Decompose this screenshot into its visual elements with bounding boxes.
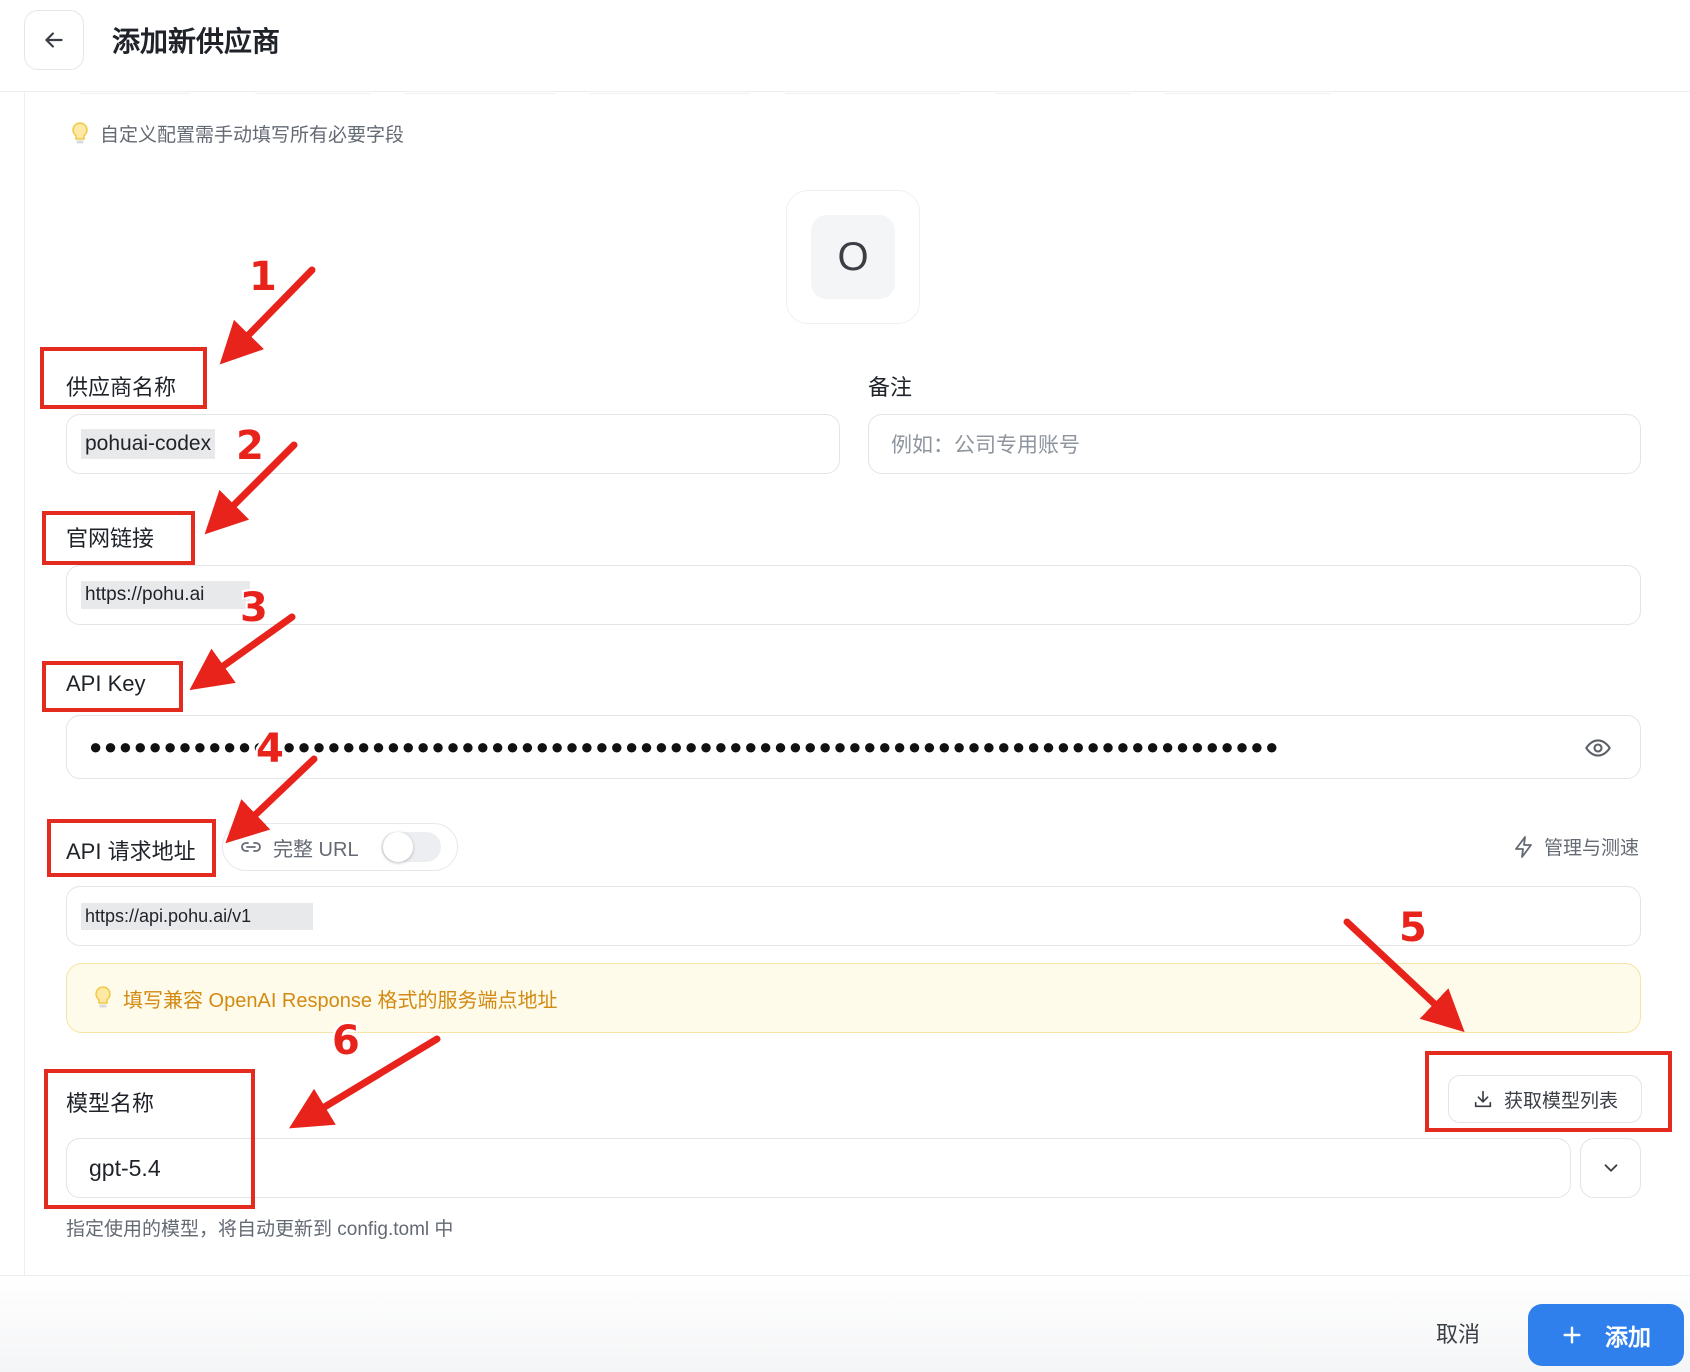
manage-and-speedtest-label: 管理与测速 xyxy=(1543,838,1639,859)
page: 添加新供应商 自定义配置需手动填写所有必要字段 O 供应商名称 pohuai-c… xyxy=(0,0,1690,1372)
add-button[interactable]: 添加 xyxy=(1528,1304,1684,1366)
website-input[interactable]: https://pohu.ai xyxy=(66,565,1641,625)
provider-icon-letter: O xyxy=(837,234,869,279)
provider-name-input[interactable]: pohuai-codex xyxy=(66,414,840,474)
model-name-input[interactable]: gpt-5.4 xyxy=(66,1138,1571,1198)
custom-config-hint: 自定义配置需手动填写所有必要字段 xyxy=(70,120,404,147)
full-url-toggle[interactable]: 完整 URL xyxy=(222,823,458,871)
annotation-number-4: 4 xyxy=(256,726,284,772)
callout-box-provider-name xyxy=(40,347,207,409)
provider-icon-picker[interactable]: O xyxy=(786,190,920,324)
note-input[interactable]: 例如：公司专用账号 xyxy=(868,414,1641,474)
endpoint-format-notice: 填写兼容 OpenAI Response 格式的服务端点地址 xyxy=(66,963,1641,1033)
provider-icon-avatar: O xyxy=(811,215,895,299)
back-button[interactable] xyxy=(24,10,84,70)
annotation-number-3: 3 xyxy=(240,585,268,631)
full-url-switch[interactable] xyxy=(381,832,441,862)
model-helper-text: 指定使用的模型，将自动更新到 config.toml 中 xyxy=(66,1219,454,1240)
note-label: 备注 xyxy=(868,375,913,400)
add-button-label: 添加 xyxy=(1605,1324,1651,1350)
api-key-input[interactable]: ●●●●●●●●●●●●●●●●●●●●●●●●●●●●●●●●●●●●●●●●… xyxy=(66,715,1641,779)
full-url-label: 完整 URL xyxy=(273,838,359,861)
callout-box-fetch-models xyxy=(1425,1051,1672,1132)
manage-and-speedtest-link[interactable]: 管理与测速 xyxy=(1512,833,1639,860)
page-title: 添加新供应商 xyxy=(112,26,281,57)
website-value: https://pohu.ai xyxy=(81,581,251,609)
annotation-number-5: 5 xyxy=(1399,905,1427,951)
plus-icon xyxy=(1563,1326,1581,1344)
custom-config-hint-text: 自定义配置需手动填写所有必要字段 xyxy=(100,125,405,146)
callout-box-website xyxy=(42,511,195,565)
lightbulb-icon xyxy=(95,986,111,1008)
callout-box-api-key xyxy=(42,661,183,712)
note-placeholder: 例如：公司专用账号 xyxy=(891,434,1080,457)
model-dropdown-button[interactable] xyxy=(1580,1138,1641,1198)
chevron-down-icon xyxy=(1604,1164,1617,1172)
lightning-icon xyxy=(1515,835,1532,858)
api-endpoint-value: https://api.pohu.ai/v1 xyxy=(81,902,314,930)
full-url-switch-knob xyxy=(383,832,413,862)
endpoint-format-notice-text: 填写兼容 OpenAI Response 格式的服务端点地址 xyxy=(123,989,558,1012)
annotation-number-1: 1 xyxy=(249,254,277,300)
cancel-button[interactable]: 取消 xyxy=(1408,1305,1508,1361)
header: 添加新供应商 xyxy=(0,0,1690,92)
callout-box-model-name xyxy=(44,1069,255,1209)
link-icon xyxy=(241,842,261,852)
annotation-number-2: 2 xyxy=(236,423,264,469)
provider-name-value: pohuai-codex xyxy=(81,429,216,459)
eye-icon[interactable] xyxy=(1584,734,1612,762)
callout-box-api-endpoint xyxy=(47,819,216,877)
arrow-left-icon xyxy=(45,32,63,48)
annotation-number-6: 6 xyxy=(332,1018,360,1064)
lightbulb-icon xyxy=(72,121,88,143)
